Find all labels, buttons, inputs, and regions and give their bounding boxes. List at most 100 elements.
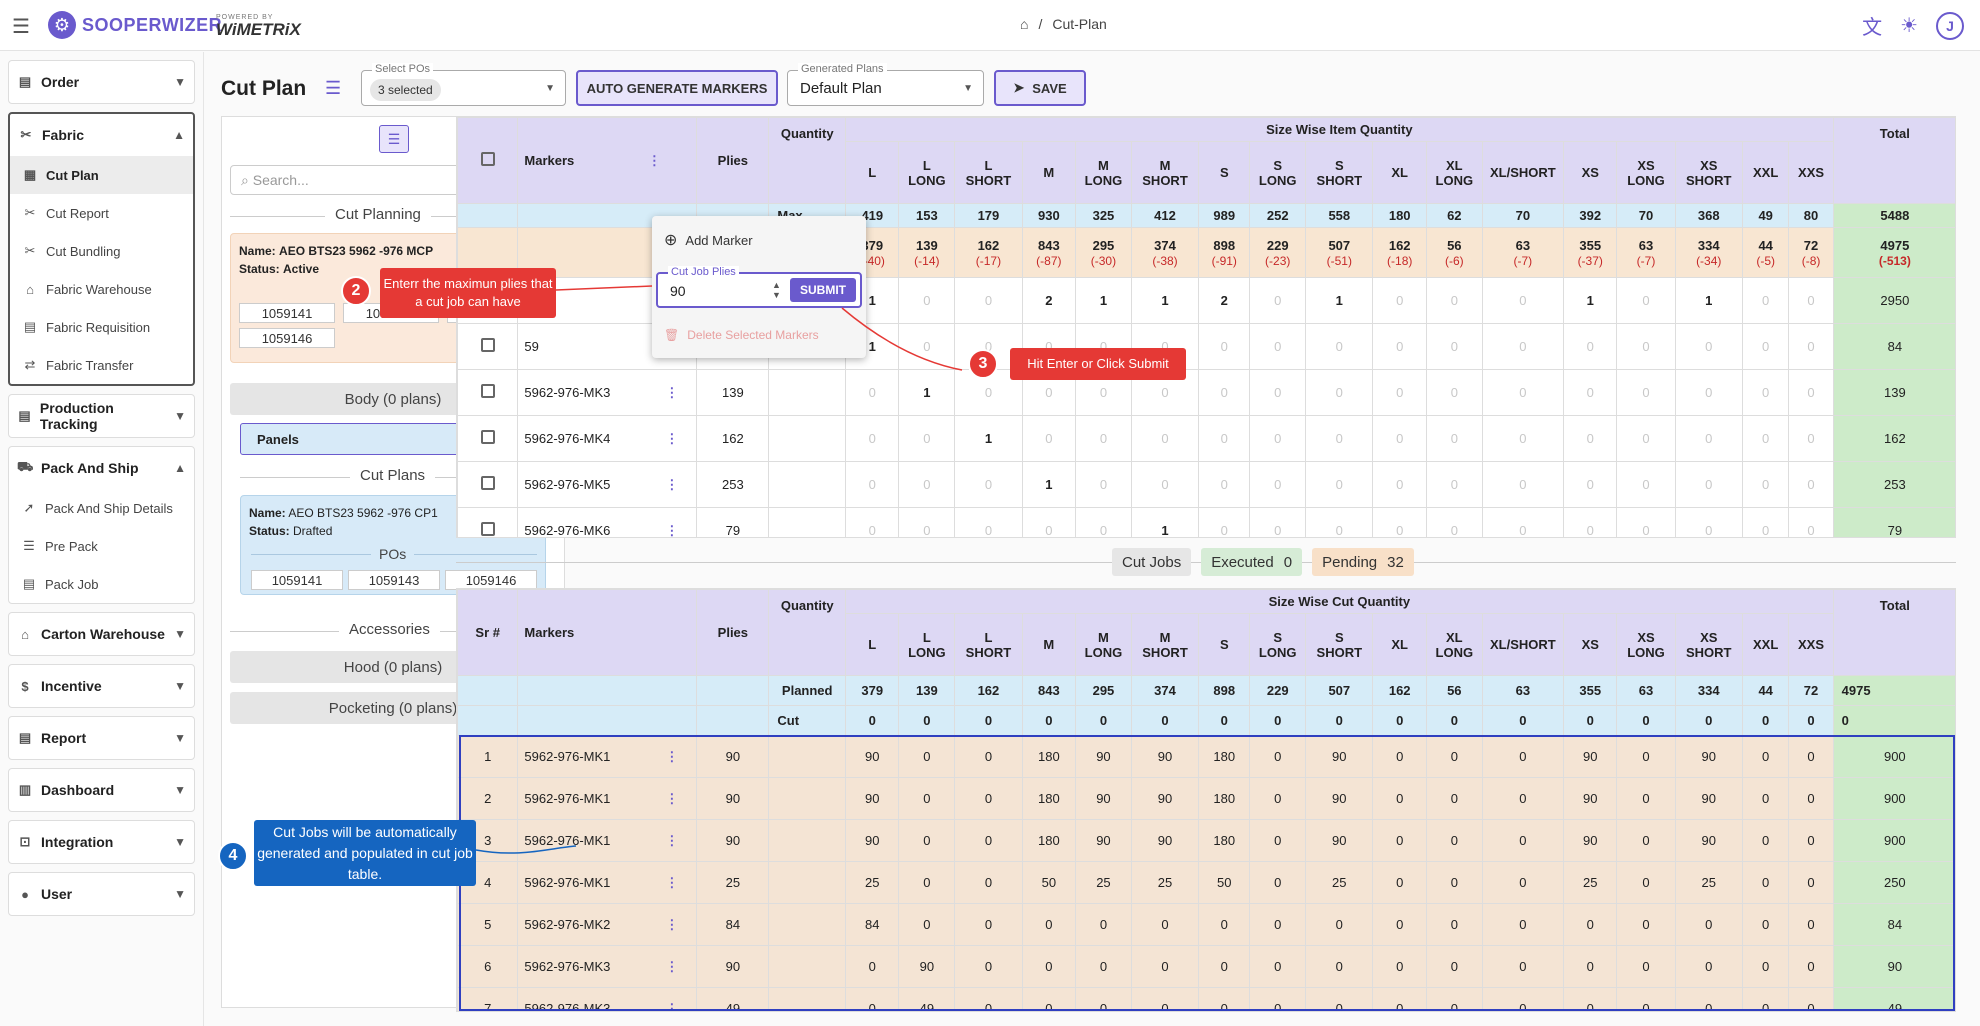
sidebar-item-cut-plan[interactable]: ▦ Cut Plan <box>10 156 193 194</box>
sidebar-group-pack[interactable]: ⛟ Pack And Ship ▲ ➚ Pack And Ship Details ☰… <box>8 446 195 604</box>
row-checkbox[interactable] <box>480 476 495 490</box>
sidebar-group-order[interactable]: ▤ Order ▼ <box>8 60 195 104</box>
row-checkbox[interactable] <box>480 522 495 536</box>
executed-badge[interactable]: Executed 0 <box>1201 548 1303 576</box>
translate-icon[interactable]: 文 <box>1862 11 1882 40</box>
add-marker-item[interactable]: ⊕ Add Marker <box>664 230 753 250</box>
ratio-cell: 0 <box>1075 461 1132 508</box>
ratio-cell: 0 <box>1616 323 1676 370</box>
more-options-icon[interactable]: ⋮ <box>665 959 678 975</box>
stepper-icon[interactable]: ▲ ▼ <box>772 280 781 300</box>
more-options-icon[interactable]: ⋮ <box>665 1001 678 1012</box>
ratio-cell: 0 <box>1741 461 1790 508</box>
row-checkbox[interactable] <box>480 338 495 352</box>
filter-settings-icon[interactable]: ☰ <box>325 78 341 99</box>
cut-job-row[interactable]: 1 5962-976-MK1 ⋮ 90 90 0 0 180 90 90 180 0 90 0 0 0 90 0… <box>457 735 1955 778</box>
generated-plans-select[interactable]: Generated Plans Default Plan ▼ <box>787 63 984 106</box>
planned-cell: 162 <box>954 675 1023 706</box>
ratio-cell: 0 <box>1249 461 1307 508</box>
executed-count: 0 <box>1283 553 1293 571</box>
sidebar-item-fabric-warehouse[interactable]: ⌂ Fabric Warehouse <box>10 270 193 308</box>
sidebar-group-fabric[interactable]: ✂ Fabric ▲ ▦ Cut Plan ✂ Cut Report ✂ Cut Bund… <box>8 112 195 386</box>
row-checkbox-cell[interactable] <box>457 461 519 508</box>
sidebar-item-pre-pack[interactable]: ☰ Pre Pack <box>9 527 194 565</box>
sidebar-item-fabric-transfer[interactable]: ⇄ Fabric Transfer <box>10 346 193 384</box>
row-checkbox[interactable] <box>480 384 495 398</box>
sidebar-group-carton[interactable]: ⌂ Carton Warehouse ▼ <box>8 612 195 656</box>
sidebar-group-dashboard[interactable]: ▥ Dashboard ▼ <box>8 768 195 812</box>
marker-row[interactable]: 5962-976-MK6 ⋮ 79 0 0 0 0 0 1 0 0 0 0 0 0 0 0 0 0 0 79 <box>457 507 1955 538</box>
size-header: L LONG <box>898 613 956 676</box>
save-button[interactable]: ➤ SAVE <box>994 70 1086 106</box>
sidebar-group-integration[interactable]: ⊡ Integration ▼ <box>8 820 195 864</box>
marker-row[interactable]: 5962-976-MK5 ⋮ 253 0 0 0 1 0 0 0 0 0 0 0 0 0 0 0 0 0 253 <box>457 461 1955 508</box>
planned-cell: 162 (-17) <box>954 227 1023 278</box>
cut-qty-cell: 0 <box>845 987 900 1011</box>
menu-icon[interactable]: ☰ <box>12 14 30 39</box>
marker-row[interactable]: 5962-976-MK4 ⋮ 162 0 0 1 0 0 0 0 0 0 0 0 0 0 0 0 0 0 162 <box>457 415 1955 462</box>
ratio-cell: 0 <box>1481 415 1565 462</box>
sidebar-group-incentive[interactable]: $ Incentive ▼ <box>8 664 195 708</box>
more-options-icon[interactable]: ⋮ <box>665 833 678 849</box>
sidebar-group-user[interactable]: ● User ▼ <box>8 872 195 916</box>
home-icon[interactable]: ⌂ <box>1020 16 1028 32</box>
select-all-checkbox[interactable] <box>480 152 495 166</box>
ratio-cell: 2 <box>1021 277 1077 324</box>
ratio-cell: 0 <box>1425 277 1483 324</box>
cut-qty-cell: 0 <box>845 945 900 988</box>
cut-qty-cell: 0 <box>1249 861 1307 904</box>
pending-badge[interactable]: Pending 32 <box>1312 548 1414 576</box>
logo[interactable]: ⚙ SOOPERWIZER <box>48 11 222 39</box>
more-options-icon[interactable]: ⋮ <box>665 875 678 891</box>
cut-cell: 0 <box>1075 705 1132 736</box>
status-label: Status: <box>239 262 280 276</box>
more-options-icon[interactable]: ⋮ <box>665 791 678 807</box>
more-options-icon[interactable]: ⋮ <box>665 749 678 765</box>
row-checkbox-cell[interactable] <box>457 415 519 462</box>
more-options-icon[interactable]: ⋮ <box>665 523 678 538</box>
row-checkbox[interactable] <box>480 430 495 444</box>
size-header: XS SHORT <box>1674 141 1743 204</box>
sidebar-item-pack-job[interactable]: ▤ Pack Job <box>9 565 194 603</box>
select-pos-field[interactable]: Select POs 3 selected ▼ <box>361 63 566 106</box>
cut-job-row[interactable]: 2 5962-976-MK1 ⋮ 90 90 0 0 180 90 90 180 0 90 0 0 0 90 0… <box>457 777 1955 820</box>
ratio-cell: 0 <box>1425 507 1483 537</box>
sidebar-group-report[interactable]: ▤ Report ▼ <box>8 716 195 760</box>
scissors-icon: ✂ <box>20 127 32 142</box>
sidebar-item-pack-details[interactable]: ➚ Pack And Ship Details <box>9 489 194 527</box>
ratio-cell: 0 <box>1563 507 1618 537</box>
cut-job-plies-input[interactable]: 90 <box>670 283 686 299</box>
cut-job-row[interactable]: 3 5962-976-MK1 ⋮ 90 90 0 0 180 90 90 180 0 90 0 0 0 90 0… <box>457 819 1955 862</box>
more-options-icon[interactable]: ⋮ <box>665 917 678 933</box>
select-all-cell[interactable] <box>457 117 519 204</box>
cut-qty-cell: 25 <box>1674 861 1743 904</box>
auto-generate-markers-button[interactable]: AUTO GENERATE MARKERS <box>576 70 778 106</box>
size-wise-cut-header: Size Wise Cut Quantity <box>845 589 1834 614</box>
sidebar-item-cut-report[interactable]: ✂ Cut Report <box>10 194 193 232</box>
sidebar-item-cut-bundling[interactable]: ✂ Cut Bundling <box>10 232 193 270</box>
cut-job-plies-field[interactable]: Cut Job Plies 90 ▲ ▼ SUBMIT <box>656 266 862 308</box>
marker-row[interactable]: 5962-976-MK3 ⋮ 139 0 1 0 0 0 0 0 0 0 0 0 0 0 0 0 0 0 139 <box>457 369 1955 416</box>
row-checkbox-cell[interactable] <box>457 369 519 416</box>
theme-toggle-icon[interactable]: ☀ <box>1900 13 1918 38</box>
sidebar-label-order: Order <box>41 74 80 90</box>
plies-cell: 49 <box>696 987 770 1011</box>
cut-job-row[interactable]: 7 5962-976-MK3 ⋮ 49 0 49 0 0 0 0 0 0 0 0 0 0 0 0 0 0 0 49 <box>457 987 1955 1012</box>
row-checkbox-cell[interactable] <box>457 323 519 370</box>
more-options-icon[interactable]: ⋮ <box>665 385 678 401</box>
more-options-icon[interactable]: ⋮ <box>665 477 678 493</box>
more-options-icon[interactable]: ⋮ <box>648 153 661 168</box>
sidebar-group-production[interactable]: ▤ Production Tracking ▼ <box>8 394 195 438</box>
avatar[interactable]: J <box>1936 11 1964 40</box>
row-checkbox-cell[interactable] <box>457 507 519 537</box>
submit-button[interactable]: SUBMIT <box>790 278 856 302</box>
cut-job-row[interactable]: 4 5962-976-MK1 ⋮ 25 25 0 0 50 25 25 50 0 25 0 0 0 25 0 25… <box>457 861 1955 904</box>
cut-job-row[interactable]: 5 5962-976-MK2 ⋮ 84 84 0 0 0 0 0 0 0 0 0 0 0 0 0 0 0 0 84 <box>457 903 1955 946</box>
delete-markers-item[interactable]: 🗑 Delete Selected Markers <box>664 328 819 342</box>
collapse-panel-icon[interactable]: ☰ <box>379 125 409 153</box>
cut-job-row[interactable]: 6 5962-976-MK3 ⋮ 90 0 90 0 0 0 0 0 0 0 0 0 0 0 0 0 0 0 90 <box>457 945 1955 988</box>
cut-jobs-tab[interactable]: Cut Jobs <box>1112 548 1192 576</box>
more-options-icon[interactable]: ⋮ <box>665 431 678 447</box>
sidebar-item-fabric-requisition[interactable]: ▤ Fabric Requisition <box>10 308 193 346</box>
row-total: 900 <box>1832 819 1955 862</box>
